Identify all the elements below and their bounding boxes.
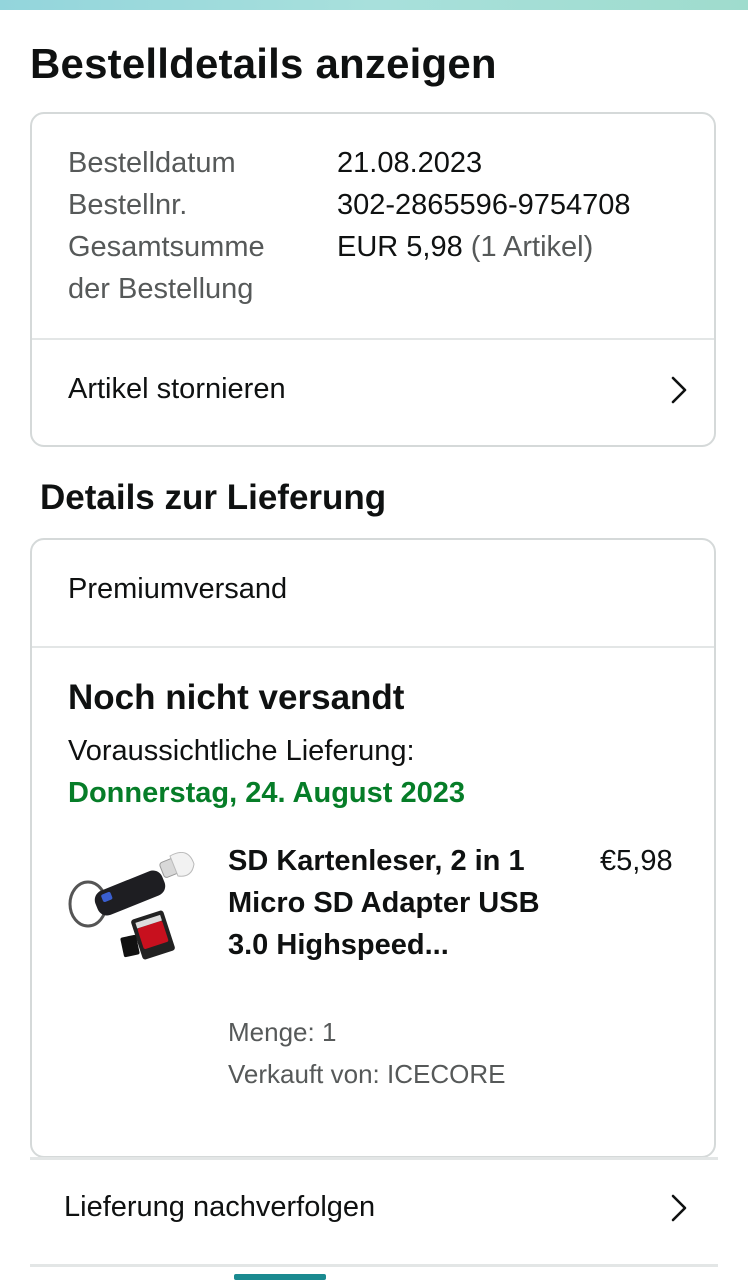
expected-delivery-label: Voraussichtliche Lieferung: [68, 735, 415, 767]
chevron-right-icon [671, 376, 687, 404]
chevron-right-icon [671, 1194, 687, 1222]
top-accent-bar [0, 0, 748, 10]
order-total-items: (1 Artikel) [470, 231, 594, 263]
order-date-value: 21.08.2023 [337, 147, 483, 179]
page-title: Bestelldetails anzeigen [30, 40, 497, 87]
divider [32, 646, 714, 648]
product-title[interactable]: SD Kartenleser, 2 in 1 Micro SD Adapter … [228, 840, 548, 966]
track-delivery-row[interactable]: Lieferung nachverfolgen [30, 1160, 718, 1264]
delivery-section-title: Details zur Lieferung [40, 478, 387, 517]
product-price: €5,98 [600, 845, 673, 877]
order-total-value-wrap: EUR 5,98 (1 Artikel) [337, 226, 593, 268]
shipment-status: Noch nicht versandt [68, 678, 405, 717]
cancel-items-label: Artikel stornieren [68, 373, 286, 405]
order-total-value: EUR 5,98 [337, 231, 463, 263]
order-total-label-line2: der Bestellung [68, 273, 254, 305]
shipping-method: Premiumversand [68, 573, 288, 605]
cancel-items-row[interactable]: Artikel stornieren [32, 340, 714, 445]
order-date-label: Bestelldatum [68, 147, 236, 179]
order-number-label: Bestellnr. [68, 189, 188, 221]
product-image[interactable] [66, 852, 196, 972]
track-delivery-label: Lieferung nachverfolgen [64, 1191, 376, 1223]
delivery-card: Premiumversand Noch nicht versandt Vorau… [30, 538, 716, 1158]
divider [30, 1264, 718, 1267]
product-quantity: Menge: 1 [228, 1017, 337, 1047]
bottom-nav-indicator [234, 1274, 326, 1280]
product-seller: Verkauft von: ICECORE [228, 1059, 506, 1089]
order-summary-card: Bestelldatum 21.08.2023 Bestellnr. 302-2… [30, 112, 716, 447]
order-number-value: 302-2865596-9754708 [337, 189, 631, 221]
expected-delivery-date: Donnerstag, 24. August 2023 [68, 777, 465, 809]
order-total-label-line1: Gesamtsumme [68, 231, 265, 263]
